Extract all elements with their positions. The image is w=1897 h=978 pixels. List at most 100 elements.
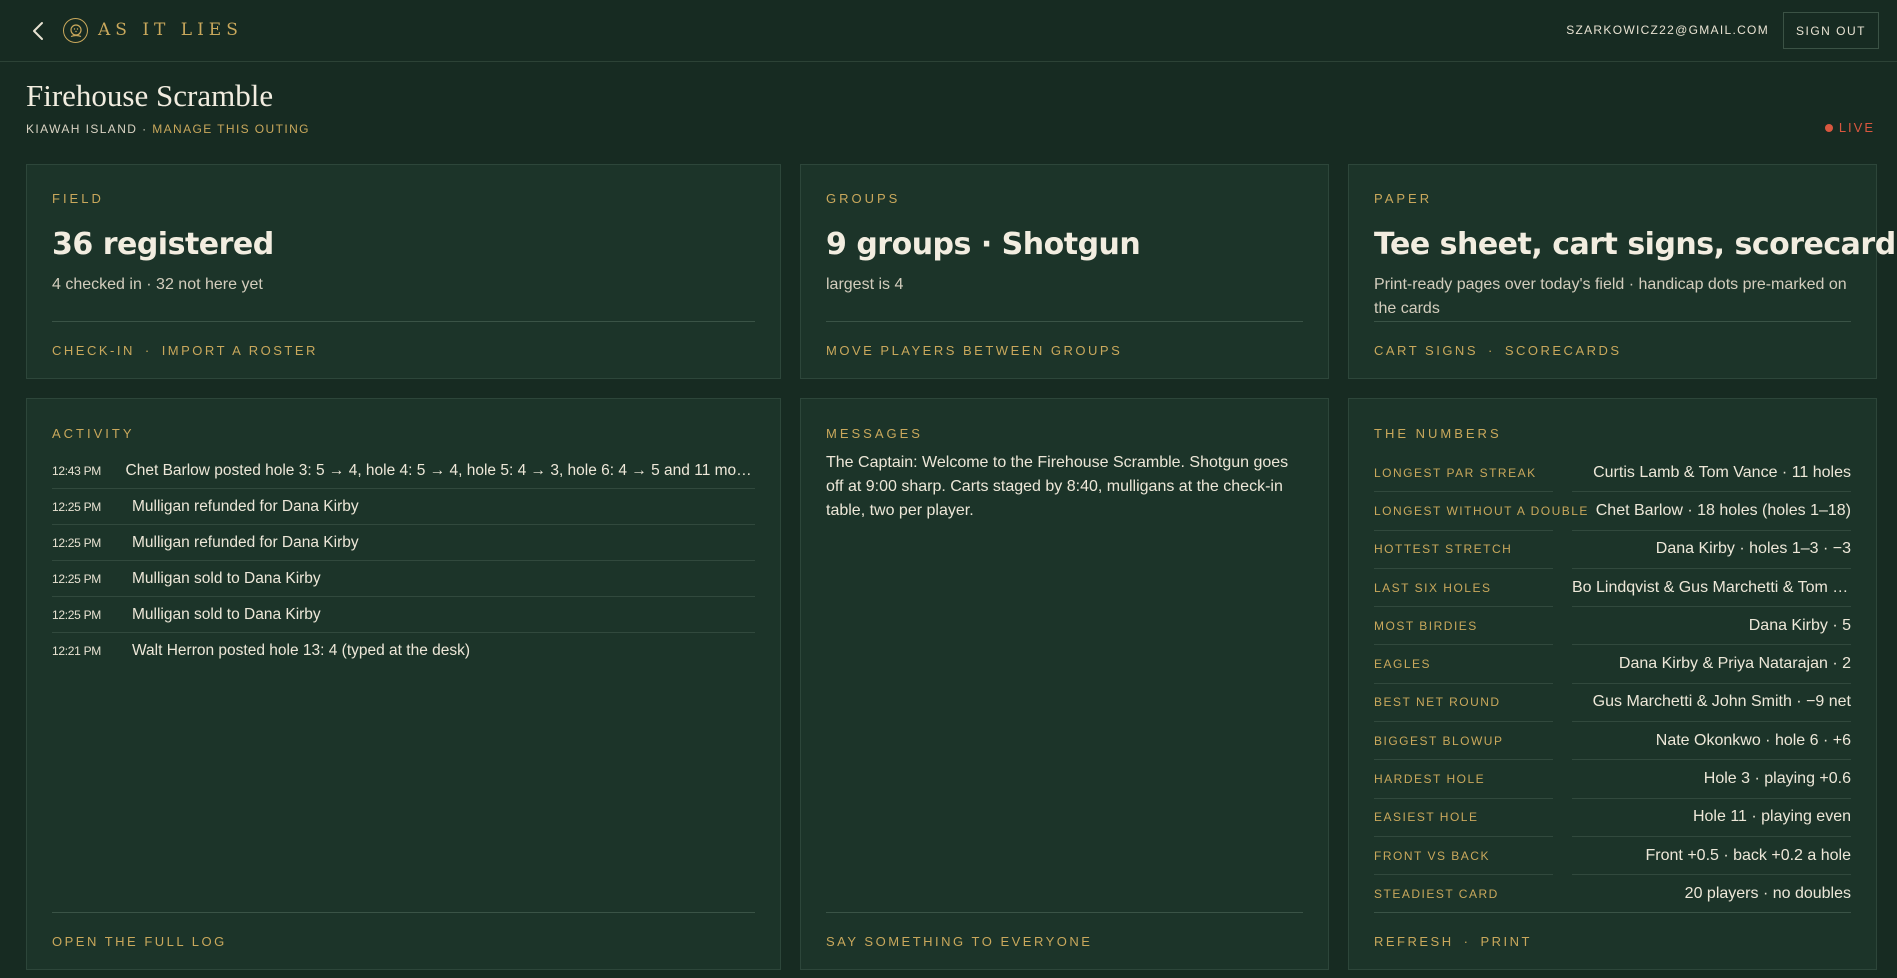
paper-headline: Tee sheet, cart signs, scorecards	[1374, 227, 1897, 262]
stat-value: Dana Kirby & Priya Natarajan · 2	[1618, 655, 1851, 673]
activity-time: 12:25 PM	[52, 499, 101, 514]
stat-row: FRONT VS BACK Front +0.5 · back +0.2 a ho…	[1374, 837, 1851, 876]
stat-value-cell: Gus Marchetti & John Smith · −9 net	[1572, 684, 1851, 723]
stat-row: LONGEST WITHOUT A DOUBLE Chet Barlow · 18…	[1374, 492, 1851, 531]
paper-label: PAPER	[1374, 191, 1433, 206]
activity-row: 12:43 PM Chet Barlow posted hole 3: 5 → …	[52, 453, 755, 489]
stat-value-cell: Dana Kirby & Priya Natarajan · 2	[1572, 645, 1851, 684]
stat-name: LONGEST WITHOUT A DOUBLE	[1374, 492, 1587, 531]
field-label: FIELD	[52, 191, 104, 206]
divider	[52, 912, 755, 913]
stat-value: Front +0.5 · back +0.2 a hole	[1645, 846, 1851, 864]
messages-card: MESSAGES The Captain: Welcome to the Fir…	[800, 398, 1329, 970]
sign-out-button[interactable]: SIGN OUT	[1783, 12, 1879, 49]
stat-name: BEST NET ROUND	[1374, 684, 1553, 723]
import-roster-link[interactable]: IMPORT A ROSTER	[162, 343, 318, 358]
paper-subtext: Print-ready pages over today's field · h…	[1374, 276, 1847, 317]
stat-name: EAGLES	[1374, 645, 1553, 684]
activity-time: 12:25 PM	[52, 535, 101, 550]
print-link[interactable]: PRINT	[1480, 934, 1532, 949]
groups-card: GROUPS 9 groups · Shotgun largest is 4 M…	[800, 164, 1329, 379]
stat-name: BIGGEST BLOWUP	[1374, 722, 1553, 761]
stat-value: Hole 11 · playing even	[1692, 808, 1851, 826]
activity-text: Mulligan sold to Dana Kirby	[132, 605, 321, 623]
stat-value-cell: Dana Kirby · holes 1–3 · −3	[1572, 531, 1851, 569]
stat-row: HOTTEST STRETCH Dana Kirby · holes 1–3 · …	[1374, 531, 1851, 569]
activity-text: Mulligan refunded for Dana Kirby	[132, 497, 359, 515]
activity-text: Walt Herron posted hole 13: 4 (typed at …	[132, 642, 471, 659]
activity-footer: OPEN THE FULL LOG	[52, 934, 227, 949]
stat-row: BEST NET ROUND Gus Marchetti & John Smith…	[1374, 684, 1851, 723]
captain-message: The Captain: Welcome to the Firehouse Sc…	[826, 454, 1289, 519]
subline-separator: ·	[137, 122, 153, 136]
field-card: FIELD 36 registered 4 checked in · 32 no…	[26, 164, 781, 379]
activity-card: ACTIVITY 12:43 PM Chet Barlow posted hol…	[26, 398, 781, 970]
stat-value-cell: Bo Lindqvist & Gus Marchetti & Tom V…	[1572, 569, 1851, 608]
groups-headline: 9 groups · Shotgun	[826, 227, 1141, 262]
stat-value: Nate Okonkwo · hole 6 · +6	[1655, 731, 1851, 749]
stat-value-cell: Dana Kirby · 5	[1572, 607, 1851, 646]
brand-name[interactable]: AS IT LIES	[98, 20, 243, 40]
stat-value: Chet Barlow · 18 holes (holes 1–18)	[1595, 501, 1851, 519]
groups-actions: MOVE PLAYERS BETWEEN GROUPS	[826, 343, 1122, 358]
live-label: LIVE	[1838, 120, 1875, 135]
stat-value: Dana Kirby · 5	[1748, 616, 1851, 634]
stat-row: LAST SIX HOLES Bo Lindqvist & Gus Marchet…	[1374, 569, 1851, 608]
messages-label: MESSAGES	[826, 426, 923, 441]
activity-row: 12:25 PM Mulligan refunded for Dana Kirb…	[52, 525, 755, 561]
action-separator: ·	[1487, 343, 1495, 358]
activity-time: 12:21 PM	[52, 644, 101, 658]
paper-actions: CART SIGNS · SCORECARDS	[1374, 343, 1622, 358]
field-subtext: 4 checked in · 32 not here yet	[52, 276, 263, 293]
stat-name: LAST SIX HOLES	[1374, 569, 1553, 608]
chevron-left-icon[interactable]	[28, 19, 48, 43]
live-dot-icon	[1824, 123, 1833, 132]
live-indicator: LIVE	[1824, 120, 1875, 135]
top-bar: AS IT LIES SZARKOWICZ22@GMAIL.COM SIGN O…	[0, 0, 1897, 62]
numbers-actions: REFRESH · PRINT	[1374, 934, 1532, 949]
activity-text: Mulligan refunded for Dana Kirby	[132, 533, 359, 551]
stat-name: HOTTEST STRETCH	[1374, 531, 1553, 569]
refresh-link[interactable]: REFRESH	[1374, 934, 1454, 949]
stat-row: EASIEST HOLE Hole 11 · playing even	[1374, 799, 1851, 837]
stat-name: MOST BIRDIES	[1374, 607, 1553, 646]
paper-card: PAPER Tee sheet, cart signs, scorecards …	[1348, 164, 1897, 379]
action-separator: ·	[1463, 934, 1471, 949]
cart-signs-link[interactable]: CART SIGNS	[1374, 343, 1478, 358]
user-email: SZARKOWICZ22@GMAIL.COM	[1566, 23, 1769, 37]
scorecards-link[interactable]: SCORECARDS	[1505, 343, 1622, 358]
activity-time: 12:25 PM	[52, 571, 101, 586]
stat-name: EASIEST HOLE	[1374, 799, 1553, 837]
numbers-list: LONGEST PAR STREAK Curtis Lamb & Tom Vanc…	[1374, 454, 1851, 914]
activity-text: Mulligan sold to Dana Kirby	[132, 569, 321, 587]
activity-label: ACTIVITY	[52, 426, 135, 441]
numbers-card: THE NUMBERS LONGEST PAR STREAK Curtis Lam…	[1348, 398, 1877, 970]
stat-value: Bo Lindqvist & Gus Marchetti & Tom V…	[1572, 578, 1851, 596]
field-actions: CHECK-IN · IMPORT A ROSTER	[52, 343, 318, 358]
stat-row: MOST BIRDIES Dana Kirby · 5	[1374, 607, 1851, 646]
stat-value-cell: Nate Okonkwo · hole 6 · +6	[1572, 722, 1851, 761]
messages-footer: SAY SOMETHING TO EVERYONE	[826, 934, 1092, 949]
open-full-log-link[interactable]: OPEN THE FULL LOG	[52, 934, 227, 949]
stat-row: LONGEST PAR STREAK Curtis Lamb & Tom Vanc…	[1374, 454, 1851, 493]
golf-ball-logo-icon[interactable]	[63, 18, 88, 43]
check-in-link[interactable]: CHECK-IN	[52, 343, 135, 358]
divider	[1374, 321, 1851, 322]
activity-list: 12:43 PM Chet Barlow posted hole 3: 5 → …	[52, 453, 755, 669]
manage-outing-link[interactable]: MANAGE THIS OUTING	[152, 122, 310, 136]
divider	[826, 321, 1303, 322]
stat-value-cell: Curtis Lamb & Tom Vance · 11 holes	[1572, 454, 1851, 493]
stat-value-cell: Front +0.5 · back +0.2 a hole	[1572, 837, 1851, 876]
move-players-link[interactable]: MOVE PLAYERS BETWEEN GROUPS	[826, 343, 1122, 358]
page-title: Firehouse Scramble	[26, 78, 274, 113]
stat-value: Hole 3 · playing +0.6	[1703, 770, 1851, 788]
stat-value-cell: Hole 3 · playing +0.6	[1572, 760, 1851, 799]
divider	[52, 321, 755, 322]
stat-row: STEADIEST CARD 20 players · no doubles	[1374, 875, 1851, 913]
activity-time: 12:25 PM	[52, 607, 101, 622]
activity-text: Chet Barlow posted hole 3: 5 → 4, hole 4…	[125, 461, 755, 479]
activity-row: 12:25 PM Mulligan sold to Dana Kirby	[52, 561, 755, 597]
activity-time: 12:43 PM	[52, 463, 101, 478]
say-something-link[interactable]: SAY SOMETHING TO EVERYONE	[826, 934, 1092, 949]
numbers-label: THE NUMBERS	[1374, 426, 1502, 441]
